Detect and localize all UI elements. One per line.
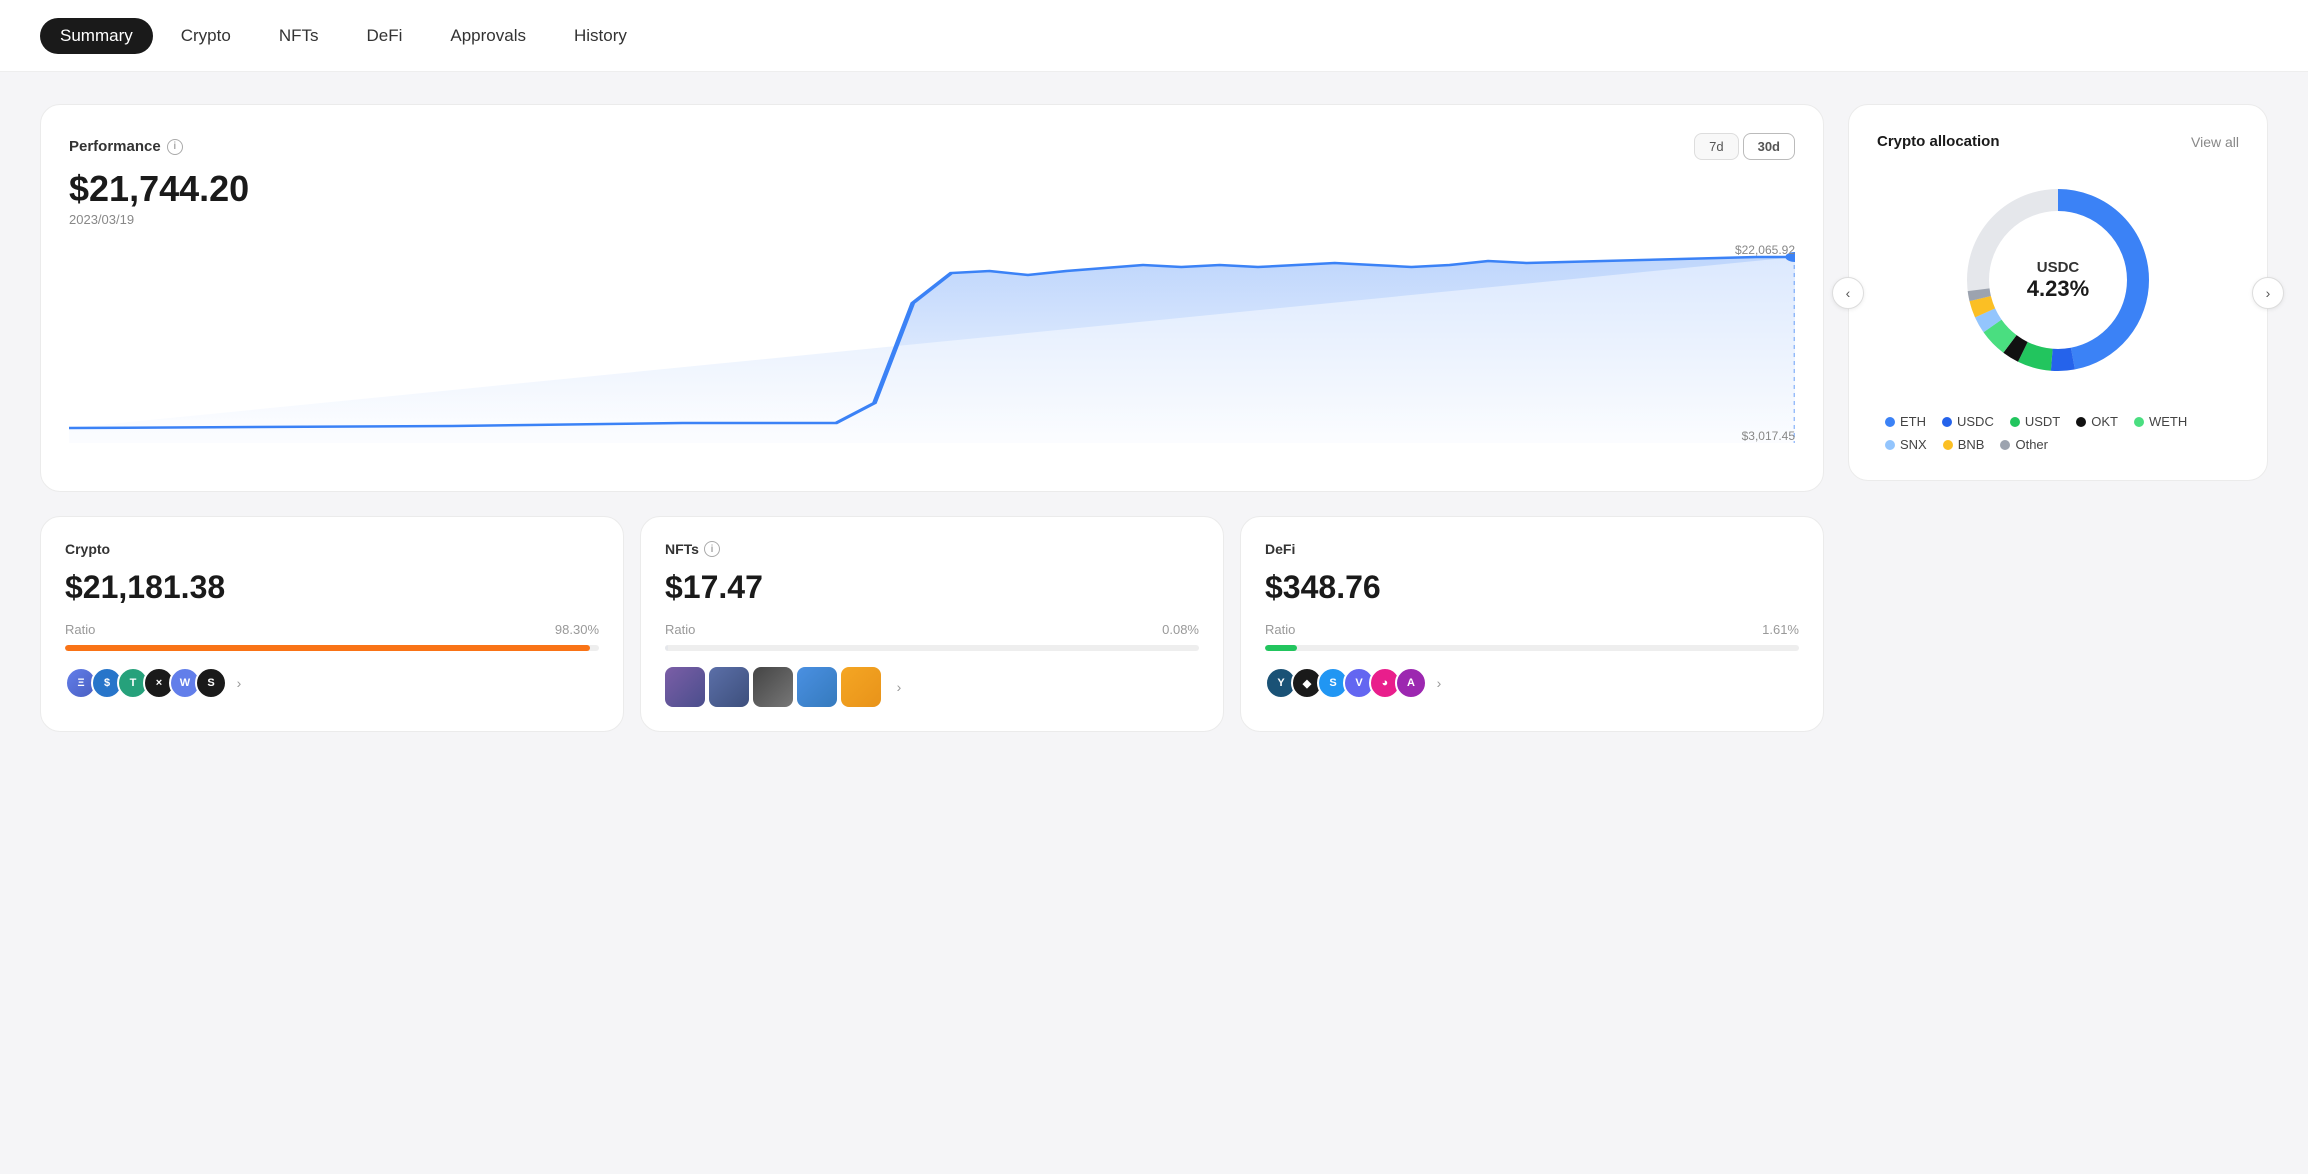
nft-thumb-5 [841, 667, 881, 707]
defi-protocol-list: Y ◆ S V ◕ A › [1265, 667, 1799, 699]
defi-progress-bar [1265, 645, 1799, 651]
navigation: Summary Crypto NFTs DeFi Approvals Histo… [0, 0, 2308, 72]
crypto-progress-fill [65, 645, 590, 651]
nav-crypto[interactable]: Crypto [161, 18, 251, 54]
performance-title: Performance i [69, 138, 183, 155]
nfts-bottom-card: NFTs i $17.47 Ratio 0.08% › [640, 516, 1224, 732]
chart-high-label: $22,065.92 [1735, 243, 1795, 257]
nav-nfts[interactable]: NFTs [259, 18, 339, 54]
performance-date: 2023/03/19 [69, 212, 1795, 227]
legend-okt: OKT [2076, 414, 2118, 429]
allocation-prev-button[interactable]: ‹ [1832, 277, 1864, 309]
nft-thumb-2 [709, 667, 749, 707]
defi-chevron-right[interactable]: › [1427, 671, 1451, 695]
legend-weth: WETH [2134, 414, 2187, 429]
performance-info-icon[interactable]: i [167, 139, 183, 155]
30d-button[interactable]: 30d [1743, 133, 1795, 160]
allocation-title: Crypto allocation [1877, 133, 2000, 150]
allocation-header: Crypto allocation View all [1877, 133, 2239, 150]
legend-dot-other [2000, 440, 2010, 450]
legend-other: Other [2000, 437, 2048, 452]
legend-eth: ETH [1885, 414, 1926, 429]
nft-thumb-3 [753, 667, 793, 707]
7d-button[interactable]: 7d [1694, 133, 1738, 160]
performance-chart-svg [69, 243, 1795, 443]
crypto-card-amount: $21,181.38 [65, 569, 599, 606]
defi-ratio-row: Ratio 1.61% [1265, 622, 1799, 637]
crypto-token-list: Ξ $ T × W S › [65, 667, 599, 699]
nfts-progress-fill [665, 645, 668, 651]
performance-chart: $22,065.92 [69, 243, 1795, 463]
allocation-wrapper: Crypto allocation View all [1848, 104, 2268, 481]
nfts-info-icon[interactable]: i [704, 541, 720, 557]
crypto-ratio-row: Ratio 98.30% [65, 622, 599, 637]
nav-summary[interactable]: Summary [40, 18, 153, 54]
defi-card-title: DeFi [1265, 541, 1799, 557]
crypto-card-title: Crypto [65, 541, 599, 557]
crypto-chevron-right[interactable]: › [227, 671, 251, 695]
bottom-cards: Crypto $21,181.38 Ratio 98.30% Ξ $ T [40, 516, 1824, 732]
donut-center: USDC 4.23% [2027, 259, 2089, 302]
defi-card-amount: $348.76 [1265, 569, 1799, 606]
performance-amount: $21,744.20 [69, 168, 1795, 210]
nfts-card-title: NFTs i [665, 541, 1199, 557]
view-all-button[interactable]: View all [2191, 134, 2239, 150]
allocation-legend: ETH USDC USDT OKT [1877, 414, 2239, 452]
right-column: Crypto allocation View all [1848, 104, 2268, 732]
time-buttons: 7d 30d [1694, 133, 1795, 160]
nav-defi[interactable]: DeFi [346, 18, 422, 54]
defi-progress-fill [1265, 645, 1297, 651]
legend-usdc: USDC [1942, 414, 1994, 429]
donut-coin-label: USDC [2027, 259, 2089, 276]
donut-percentage: 4.23% [2027, 276, 2089, 302]
nft-thumb-4 [797, 667, 837, 707]
legend-dot-okt [2076, 417, 2086, 427]
legend-dot-bnb [1943, 440, 1953, 450]
defi-icon-6: A [1395, 667, 1427, 699]
allocation-card: Crypto allocation View all [1848, 104, 2268, 481]
crypto-bottom-card: Crypto $21,181.38 Ratio 98.30% Ξ $ T [40, 516, 624, 732]
legend-dot-eth [1885, 417, 1895, 427]
legend-dot-usdc [1942, 417, 1952, 427]
legend-bnb: BNB [1943, 437, 1985, 452]
legend-dot-weth [2134, 417, 2144, 427]
legend-usdt: USDT [2010, 414, 2060, 429]
nft-thumb-1 [665, 667, 705, 707]
nfts-ratio-row: Ratio 0.08% [665, 622, 1199, 637]
token-icon-snx: S [195, 667, 227, 699]
legend-dot-usdt [2010, 417, 2020, 427]
nfts-progress-bar [665, 645, 1199, 651]
nft-image-list: › [665, 667, 1199, 707]
allocation-next-button[interactable]: › [2252, 277, 2284, 309]
defi-bottom-card: DeFi $348.76 Ratio 1.61% Y ◆ S V ◕ A [1240, 516, 1824, 732]
performance-card: Performance i 7d 30d $21,744.20 2023/03/… [40, 104, 1824, 492]
legend-dot-snx [1885, 440, 1895, 450]
nav-approvals[interactable]: Approvals [430, 18, 546, 54]
legend-snx: SNX [1885, 437, 1927, 452]
crypto-progress-bar [65, 645, 599, 651]
nfts-chevron-right[interactable]: › [887, 675, 911, 699]
chart-low-label: $3,017.45 [1742, 429, 1795, 443]
donut-chart-container: USDC 4.23% [1877, 170, 2239, 390]
nfts-card-amount: $17.47 [665, 569, 1199, 606]
nav-history[interactable]: History [554, 18, 647, 54]
